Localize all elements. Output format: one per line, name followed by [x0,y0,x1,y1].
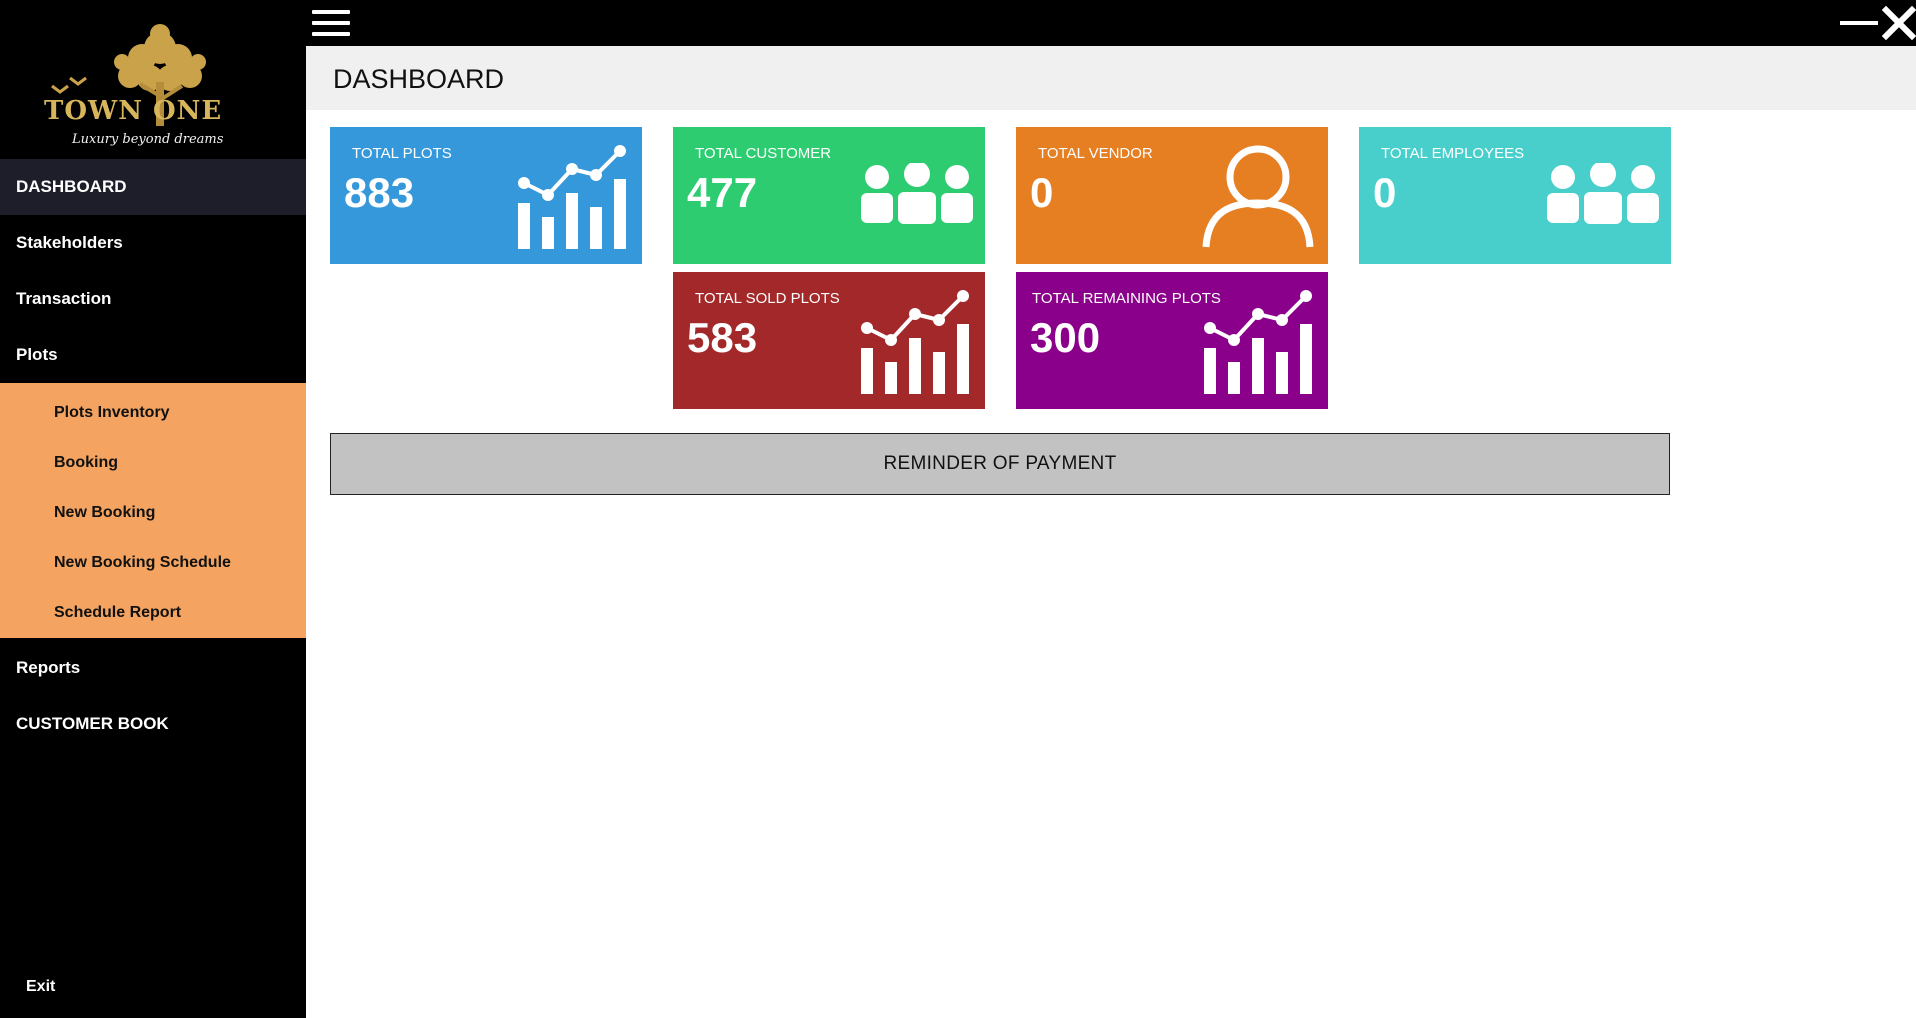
brand-tagline: Luxury beyond dreams [72,132,224,147]
brand-logo: TOWN ONE Luxury beyond dreams [0,0,306,158]
submenu-item-booking[interactable]: Booking [0,438,306,488]
card-value: 883 [344,169,415,216]
card-label: TOTAL SOLD PLOTS [695,290,840,307]
sidebar-item-label: DASHBOARD [16,177,127,196]
hamburger-menu-icon[interactable] [312,8,352,38]
submenu-item-new-booking[interactable]: New Booking [0,488,306,538]
submenu-item-label: Plots Inventory [54,404,170,421]
chart-icon [518,145,626,249]
card-total-employees[interactable]: TOTAL EMPLOYEES 0 [1359,127,1671,264]
sidebar: TOWN ONE Luxury beyond dreams DASHBOARD … [0,0,306,1018]
user-icon [1202,145,1314,248]
card-value: 583 [687,314,758,361]
sidebar-item-customer-book[interactable]: CUSTOMER BOOK [0,696,306,752]
card-total-customer[interactable]: TOTAL CUSTOMER 477 [673,127,985,264]
submenu-item-label: New Booking Schedule [54,554,231,571]
submenu-item-label: New Booking [54,504,156,521]
card-label: TOTAL CUSTOMER [695,145,832,162]
exit-button[interactable]: Exit [26,978,55,996]
users-icon [1547,163,1659,224]
sidebar-item-transaction[interactable]: Transaction [0,271,306,327]
minimize-icon[interactable] [1838,12,1880,32]
reminder-label: REMINDER OF PAYMENT [883,453,1117,474]
sidebar-item-stakeholders[interactable]: Stakeholders [0,215,306,271]
sidebar-item-label: Transaction [16,289,112,308]
sidebar-item-dashboard[interactable]: DASHBOARD [0,159,306,215]
sidebar-item-label: CUSTOMER BOOK [16,714,169,733]
card-label: TOTAL PLOTS [352,145,452,162]
submenu-item-schedule-report[interactable]: Schedule Report [0,588,306,638]
card-total-sold-plots[interactable]: TOTAL SOLD PLOTS 583 [673,272,985,409]
card-value: 477 [687,169,758,216]
plots-submenu: Plots Inventory Booking New Booking New … [0,383,306,638]
sidebar-item-reports[interactable]: Reports [0,640,306,696]
sidebar-item-label: Stakeholders [16,233,123,252]
top-bar [306,0,1916,46]
card-total-remaining-plots[interactable]: TOTAL REMAINING PLOTS 300 [1016,272,1328,409]
page-title: DASHBOARD [333,64,505,94]
close-icon[interactable] [1882,4,1916,42]
chart-icon [1204,290,1312,394]
submenu-item-new-booking-schedule[interactable]: New Booking Schedule [0,538,306,588]
card-label: TOTAL VENDOR [1038,145,1153,162]
submenu-item-label: Schedule Report [54,604,182,621]
card-total-vendor[interactable]: TOTAL VENDOR 0 [1016,127,1328,264]
header-band: DASHBOARD [306,46,1916,110]
brand-name: TOWN ONE [44,96,223,126]
card-value: 0 [1030,169,1054,216]
submenu-item-plots-inventory[interactable]: Plots Inventory [0,388,306,438]
sidebar-item-plots[interactable]: Plots [0,327,306,383]
submenu-item-label: Booking [54,454,118,471]
card-label: TOTAL EMPLOYEES [1381,145,1525,162]
sidebar-item-label: Plots [16,345,58,364]
sidebar-item-label: Reports [16,658,81,677]
chart-icon [861,290,969,394]
reminder-of-payment-button[interactable]: REMINDER OF PAYMENT [330,433,1670,495]
card-value: 300 [1030,314,1101,361]
card-value: 0 [1373,169,1397,216]
card-label: TOTAL REMAINING PLOTS [1032,290,1221,307]
card-total-plots[interactable]: TOTAL PLOTS 883 [330,127,642,264]
users-icon [861,163,973,224]
